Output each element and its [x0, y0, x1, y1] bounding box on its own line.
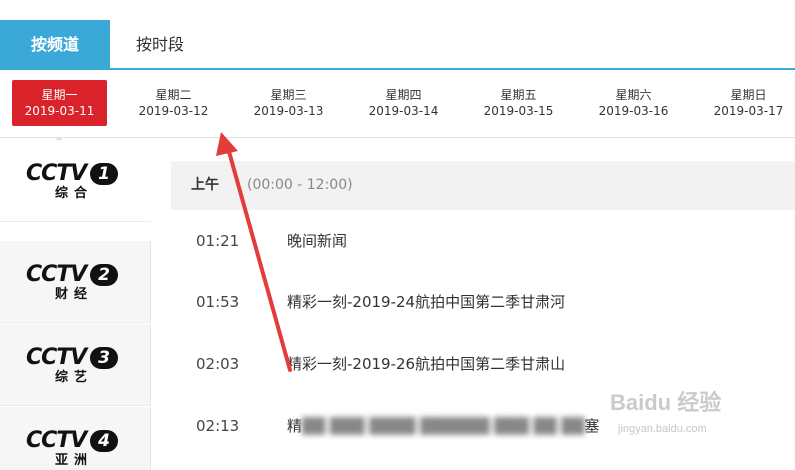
channel-item-cctv3[interactable]: CCTV 3 综艺	[0, 324, 151, 406]
channel-item-cctv2[interactable]: CCTV 2 财经	[0, 241, 151, 323]
cctv-wordmark: CCTV	[26, 161, 87, 186]
channel-name: 财经	[54, 287, 93, 302]
program-row[interactable]: 01:53 精彩一刻-2019-24航拍中国第二季甘肃河	[171, 292, 795, 354]
watermark-sub: jingyan.baidu.com	[618, 423, 707, 435]
channel-item-cctv1[interactable]: CCTV 1 综合	[0, 140, 151, 222]
day-date: 2019-03-13	[253, 104, 324, 118]
program-title[interactable]: 精██ ███ ████ ██████ ███ ██ ██塞	[287, 416, 599, 436]
day-tab-sat[interactable]: 星期六 2019-03-16	[586, 80, 681, 126]
channel-number: 3	[90, 347, 118, 369]
channel-list: CCTV 1 综合 CCTV 2 财经 CCTV 3 综艺 CCTV 4 亚洲	[0, 140, 151, 470]
program-title[interactable]: 晚间新闻	[287, 231, 347, 251]
cctv-wordmark: CCTV	[26, 262, 87, 287]
program-title[interactable]: 精彩一刻-2019-24航拍中国第二季甘肃河	[287, 292, 565, 312]
day-weekday: 星期二	[155, 88, 192, 102]
day-weekday: 星期五	[500, 88, 537, 102]
top-tab-bar: 按频道 按时段	[0, 0, 795, 70]
day-tab-thu[interactable]: 星期四 2019-03-14	[356, 80, 451, 126]
channel-name: 综艺	[54, 370, 93, 385]
program-time: 02:13	[196, 417, 240, 435]
tab-by-time-slot[interactable]: 按时段	[110, 20, 210, 70]
day-weekday: 星期一	[41, 88, 78, 102]
program-title[interactable]: 精彩一刻-2019-26航拍中国第二季甘肃山	[287, 354, 565, 374]
day-date: 2019-03-17	[713, 104, 784, 118]
day-date: 2019-03-16	[598, 104, 669, 118]
day-tab-tue[interactable]: 星期二 2019-03-12	[126, 80, 221, 126]
period-header: 上午 (00:00 - 12:00)	[171, 161, 795, 210]
channel-number: 1	[90, 163, 118, 185]
day-weekday: 星期日	[730, 88, 767, 102]
day-weekday: 星期六	[615, 88, 652, 102]
tab-by-channel[interactable]: 按频道	[0, 20, 110, 70]
day-weekday: 星期三	[270, 88, 307, 102]
day-date: 2019-03-15	[483, 104, 554, 118]
program-time: 01:53	[196, 293, 240, 311]
period-label: 上午	[191, 177, 219, 193]
day-date: 2019-03-11	[24, 104, 95, 118]
day-weekday: 星期四	[385, 88, 422, 102]
cctv4-logo: CCTV 4 亚洲	[26, 429, 122, 469]
channel-item-cctv4[interactable]: CCTV 4 亚洲	[0, 407, 151, 470]
period-range: (00:00 - 12:00)	[247, 177, 353, 193]
program-time: 02:03	[196, 355, 240, 373]
watermark-main: Baidu 经验	[610, 390, 722, 415]
program-row[interactable]: 01:21 晚间新闻	[171, 231, 795, 293]
channel-number: 2	[90, 264, 118, 286]
cctv1-logo: CCTV 1 综合	[26, 162, 122, 202]
blurred-text: ██ ███ ████ ██████ ███ ██ ██	[302, 417, 585, 435]
day-date: 2019-03-14	[368, 104, 439, 118]
day-tab-mon[interactable]: 星期一 2019-03-11	[12, 80, 107, 142]
cctv-wordmark: CCTV	[26, 428, 87, 453]
program-time: 01:21	[196, 232, 240, 250]
day-tab-sun[interactable]: 星期日 2019-03-17	[701, 80, 795, 126]
day-selector: 星期一 2019-03-11 星期二 2019-03-12 星期三 2019-0…	[0, 72, 795, 142]
day-tab-wed[interactable]: 星期三 2019-03-13	[241, 80, 336, 126]
watermark: Baidu 经验 jingyan.baidu.com	[610, 385, 795, 455]
cctv-wordmark: CCTV	[26, 345, 87, 370]
cctv2-logo: CCTV 2 财经	[26, 263, 122, 303]
channel-name: 亚洲	[54, 453, 93, 468]
channel-name: 综合	[54, 186, 93, 201]
day-date: 2019-03-12	[138, 104, 209, 118]
program-title-suffix: 塞	[584, 417, 600, 435]
program-title-prefix: 精	[287, 417, 303, 435]
cctv3-logo: CCTV 3 综艺	[26, 346, 122, 386]
channel-number: 4	[90, 430, 118, 452]
day-tab-fri[interactable]: 星期五 2019-03-15	[471, 80, 566, 126]
